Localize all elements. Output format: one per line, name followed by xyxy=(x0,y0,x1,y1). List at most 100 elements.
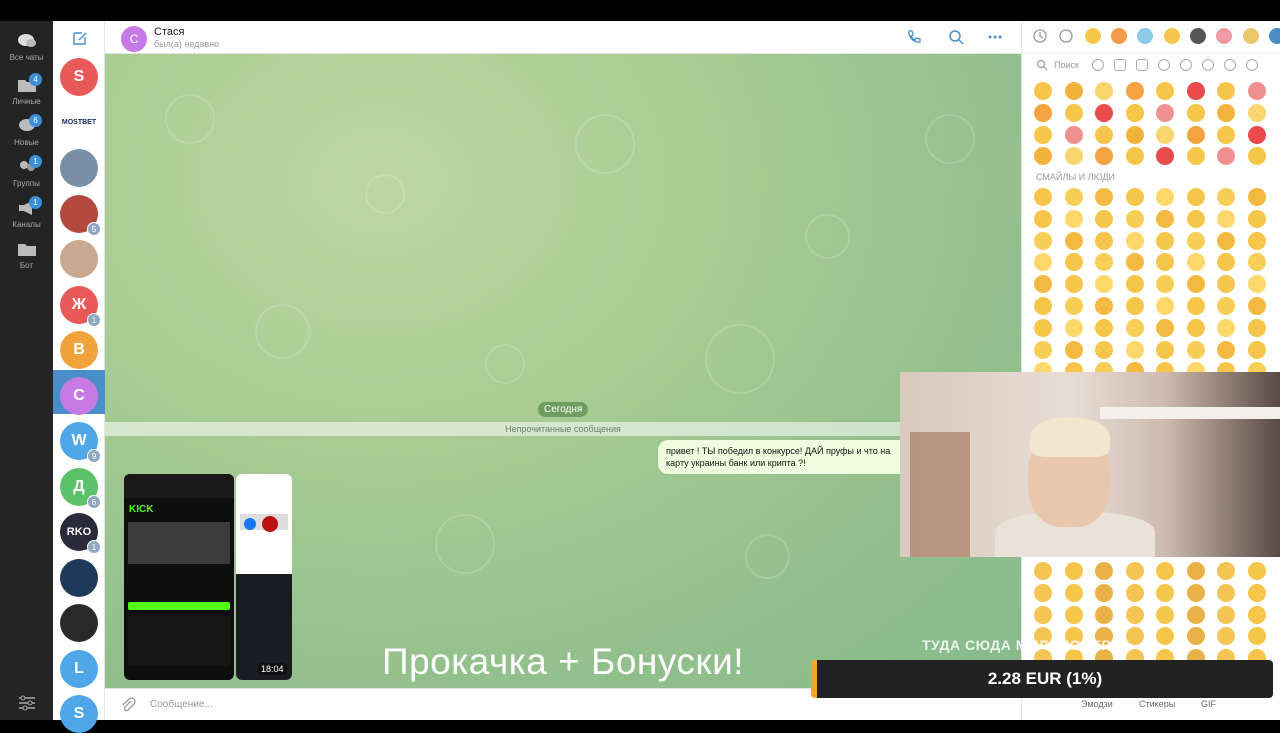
emoji-item[interactable] xyxy=(1095,562,1113,580)
folder-all-chats[interactable]: Все чаты xyxy=(0,33,53,62)
emoji-item[interactable] xyxy=(1095,253,1113,272)
emoji-item[interactable] xyxy=(1186,125,1205,144)
chat-list-avatar[interactable]: В xyxy=(60,331,98,369)
emoji-item[interactable] xyxy=(1186,297,1205,315)
emoji-item[interactable] xyxy=(1125,147,1144,166)
emoji-item[interactable] xyxy=(1034,275,1052,294)
emoji-item[interactable] xyxy=(1186,583,1205,602)
emoji-item[interactable] xyxy=(1034,188,1052,206)
emoji-item[interactable] xyxy=(1217,627,1235,646)
chat-list-avatar[interactable] xyxy=(60,558,98,597)
emoji-item[interactable] xyxy=(1186,188,1205,206)
emoji-item[interactable] xyxy=(1034,125,1052,144)
emoji-item[interactable] xyxy=(1156,318,1174,337)
attach-icon[interactable] xyxy=(120,697,136,713)
emoji-item[interactable] xyxy=(1034,209,1052,228)
emoji-item[interactable] xyxy=(1064,562,1083,580)
emoji-item[interactable] xyxy=(1064,209,1083,228)
folder-channels[interactable]: 1 Каналы xyxy=(0,196,53,229)
emoji-item[interactable] xyxy=(1217,103,1235,122)
emoji-item[interactable] xyxy=(1064,147,1083,166)
sticker-pack-icon[interactable] xyxy=(1085,28,1101,44)
emoji-item[interactable] xyxy=(1095,125,1113,144)
emoji-item[interactable] xyxy=(1217,297,1235,315)
emoji-item[interactable] xyxy=(1247,275,1266,294)
emoji-item[interactable] xyxy=(1247,125,1266,144)
emoji-item[interactable] xyxy=(1064,231,1083,250)
emoji-item[interactable] xyxy=(1064,103,1083,122)
emoji-item[interactable] xyxy=(1034,231,1052,250)
emoji-item[interactable] xyxy=(1217,188,1235,206)
sticker-pack-icon[interactable] xyxy=(1164,28,1180,44)
emoji-item[interactable] xyxy=(1064,82,1083,100)
emoji-item[interactable] xyxy=(1125,562,1144,580)
emoji-item[interactable] xyxy=(1247,147,1266,166)
emoji-item[interactable] xyxy=(1034,605,1052,624)
thumbs-down-icon[interactable] xyxy=(1136,59,1148,71)
party-icon[interactable] xyxy=(1158,59,1170,71)
chat-list-avatar[interactable]: L xyxy=(60,649,98,688)
emoji-item[interactable] xyxy=(1034,82,1052,100)
emoji-item[interactable] xyxy=(1186,209,1205,228)
emoji-item[interactable] xyxy=(1247,231,1266,250)
emoji-item[interactable] xyxy=(1247,209,1266,228)
emoji-item[interactable] xyxy=(1095,605,1113,624)
emoji-item[interactable] xyxy=(1186,562,1205,580)
emoji-item[interactable] xyxy=(1034,297,1052,315)
emoji-item[interactable] xyxy=(1186,605,1205,624)
avatar[interactable]: С xyxy=(121,26,147,52)
emoji-item[interactable] xyxy=(1217,147,1235,166)
emoji-item[interactable] xyxy=(1247,318,1266,337)
emoji-item[interactable] xyxy=(1095,103,1113,122)
emoji-item[interactable] xyxy=(1186,340,1205,359)
emoji-item[interactable] xyxy=(1156,562,1174,580)
chat-list-avatar[interactable]: Д6 xyxy=(60,467,101,509)
chat-list-avatar[interactable]: С xyxy=(60,376,98,415)
emoji-item[interactable] xyxy=(1125,340,1144,359)
emoji-item[interactable] xyxy=(1034,562,1052,580)
smile-icon[interactable] xyxy=(1058,28,1074,44)
sticker-pack-icon[interactable] xyxy=(1216,28,1232,44)
emoji-item[interactable] xyxy=(1247,188,1266,206)
emoji-search-input[interactable]: Поиск xyxy=(1054,60,1079,70)
emoji-item[interactable] xyxy=(1186,627,1205,646)
emoji-item[interactable] xyxy=(1064,340,1083,359)
emoji-item[interactable] xyxy=(1247,103,1266,122)
compose-icon[interactable] xyxy=(72,30,88,46)
incoming-message[interactable]: привет ! ТЫ победил в конкурсе! ДАЙ пруф… xyxy=(658,440,918,474)
emoji-item[interactable] xyxy=(1064,275,1083,294)
emoji-item[interactable] xyxy=(1247,297,1266,315)
emoji-item[interactable] xyxy=(1156,125,1174,144)
face-icon[interactable] xyxy=(1202,59,1214,71)
emoji-item[interactable] xyxy=(1125,82,1144,100)
folder-groups[interactable]: 1 Группы xyxy=(0,155,53,188)
emoji-item[interactable] xyxy=(1186,103,1205,122)
emoji-item[interactable] xyxy=(1247,340,1266,359)
emoji-item[interactable] xyxy=(1125,209,1144,228)
emoji-item[interactable] xyxy=(1064,297,1083,315)
face-icon[interactable] xyxy=(1224,59,1236,71)
phone-screenshot-attachment[interactable]: 18:04 xyxy=(236,474,292,680)
emoji-item[interactable] xyxy=(1156,147,1174,166)
thumbs-up-icon[interactable] xyxy=(1114,59,1126,71)
recent-icon[interactable] xyxy=(1032,28,1048,44)
emoji-item[interactable] xyxy=(1217,583,1235,602)
emoji-item[interactable] xyxy=(1064,583,1083,602)
emoji-item[interactable] xyxy=(1095,318,1113,337)
emoji-item[interactable] xyxy=(1186,318,1205,337)
emoji-item[interactable] xyxy=(1064,188,1083,206)
emoji-item[interactable] xyxy=(1156,340,1174,359)
emoji-item[interactable] xyxy=(1095,297,1113,315)
emoji-item[interactable] xyxy=(1034,583,1052,602)
emoji-item[interactable] xyxy=(1186,147,1205,166)
emoji-item[interactable] xyxy=(1034,253,1052,272)
emoji-item[interactable] xyxy=(1217,562,1235,580)
message-input[interactable]: Сообщение... xyxy=(150,699,213,710)
emoji-item[interactable] xyxy=(1217,82,1235,100)
emoji-item[interactable] xyxy=(1156,253,1174,272)
emoji-item[interactable] xyxy=(1247,627,1266,646)
settings-sliders-icon[interactable] xyxy=(17,695,37,711)
phone-icon[interactable] xyxy=(906,29,922,45)
emoji-item[interactable] xyxy=(1064,125,1083,144)
chat-list-avatar[interactable]: RKO 1 xyxy=(60,513,101,554)
